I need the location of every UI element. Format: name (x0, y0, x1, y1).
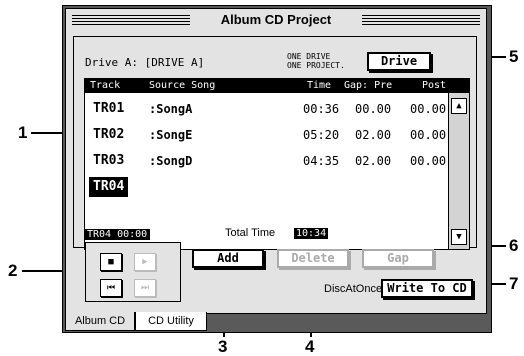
drive-info-line1: ONE DRIVE (287, 52, 331, 61)
title-stripes-right (360, 15, 480, 25)
callout-1: 1 (18, 123, 28, 142)
header-track: Track (90, 80, 121, 91)
track-id-selected: TR04 (89, 177, 129, 197)
source-song: :SongA (149, 102, 193, 116)
total-time-label: Total Time (225, 227, 276, 239)
table-row[interactable]: TR01 :SongA 00:36 00.00 00.00 (85, 96, 447, 122)
track-post: 00.00 (410, 102, 447, 116)
stop-icon[interactable]: ■ (100, 253, 122, 271)
header-time: Time (307, 80, 332, 91)
play-icon[interactable]: ▶ (134, 253, 156, 271)
callout-5: 5 (509, 47, 519, 66)
track-gap: 00.00 (355, 102, 392, 116)
track-time: 04:35 (303, 154, 340, 168)
header-source: Source Song (149, 80, 216, 91)
window-title: Album CD Project (190, 12, 362, 27)
track-post: 00.00 (410, 154, 447, 168)
track-gap: 02.00 (355, 154, 392, 168)
drive-label: Drive A: [DRIVE A] (85, 56, 205, 69)
source-song: :SongD (149, 154, 193, 168)
drive-info: ONE DRIVE ONE PROJECT. (287, 52, 345, 70)
callout-2: 2 (8, 261, 18, 280)
header-post: Post (422, 80, 447, 91)
table-header: Track Source Song Time Gap: Pre Post (85, 79, 469, 93)
rewind-icon[interactable]: ⏮ (100, 279, 122, 297)
track-time: 00:36 (303, 102, 340, 116)
drive-info-line2: ONE PROJECT. (287, 61, 345, 70)
delete-button[interactable]: Delete (277, 249, 349, 268)
tab-bar: Album CD CD Utility (63, 312, 491, 332)
callout-7: 7 (509, 274, 519, 293)
title-stripes-left (72, 15, 192, 25)
callout-4: 4 (305, 337, 315, 356)
track-time: 05:20 (303, 128, 340, 142)
fast-forward-icon[interactable]: ⏭ (134, 279, 156, 297)
track-id: TR01 (93, 101, 125, 116)
callout-6: 6 (509, 236, 519, 255)
source-song: :SongE (149, 128, 193, 142)
write-to-cd-button[interactable]: Write To CD (381, 279, 473, 298)
scroll-down-icon[interactable]: ▼ (451, 229, 467, 245)
scrollbar[interactable]: ▲ ▼ (448, 93, 469, 249)
add-button[interactable]: Add (192, 249, 264, 268)
tab-cd-utility[interactable]: CD Utility (135, 312, 207, 331)
track-table: Track Source Song Time Gap: Pre Post TR0… (84, 78, 470, 250)
scroll-up-icon[interactable]: ▲ (451, 98, 467, 114)
track-id: TR02 (93, 127, 125, 142)
total-time-value: 10:34 (294, 228, 329, 239)
device-screen: Album CD Project Drive A: [DRIVE A] ONE … (62, 5, 492, 333)
tab-album-cd[interactable]: Album CD (65, 312, 135, 331)
track-post: 00.00 (410, 128, 447, 142)
header-gap-pre: Gap: Pre (344, 80, 393, 91)
drive-button[interactable]: Drive (367, 52, 431, 71)
callout-3: 3 (218, 337, 228, 356)
table-row-selected[interactable]: TR04 (85, 174, 447, 200)
track-id: TR03 (93, 153, 125, 168)
track-gap: 02.00 (355, 128, 392, 142)
gap-button[interactable]: Gap (362, 249, 434, 268)
album-cd-panel: Album CD Project Drive A: [DRIVE A] ONE … (65, 8, 487, 314)
transport-controls: ■ ▶ ⏮ ⏭ (85, 242, 181, 302)
current-track-position: TR04 00:00 (84, 229, 151, 240)
table-row[interactable]: TR03 :SongD 04:35 02.00 00.00 (85, 148, 447, 174)
table-row[interactable]: TR02 :SongE 05:20 02.00 00.00 (85, 122, 447, 148)
